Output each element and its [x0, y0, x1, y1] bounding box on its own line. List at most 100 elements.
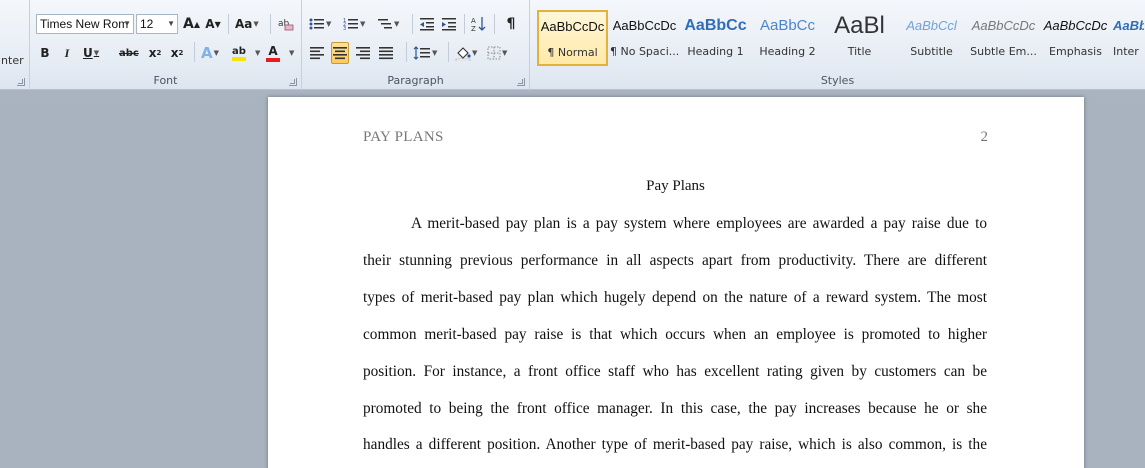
align-left-button[interactable] [308, 42, 326, 64]
style-name: Inter [1113, 45, 1139, 58]
body-line[interactable]: A merit-based pay plan is a pay system w… [363, 215, 987, 233]
styles-group-label: Styles [820, 74, 855, 87]
style-sample: AaBbCcl [906, 18, 957, 33]
chevron-down-icon[interactable]: ▼ [255, 49, 260, 57]
style-normal[interactable]: AaBbCcDc ¶ Normal [537, 10, 608, 66]
text-effects-button[interactable]: A ▼ [200, 42, 220, 64]
superscript-button[interactable]: x2 [168, 42, 186, 64]
style-title[interactable]: AaBl Title [824, 10, 895, 66]
separator [270, 14, 271, 34]
grow-font-button[interactable]: A ▲ [182, 13, 201, 35]
sort-icon: AZ [471, 17, 486, 32]
subscript-icon: x [148, 46, 157, 60]
justify-icon [379, 47, 393, 60]
bullets-button[interactable]: ▼ [308, 13, 332, 35]
borders-icon [487, 46, 501, 60]
document-title[interactable]: Pay Plans [363, 178, 988, 195]
shading-button[interactable]: ▼ [454, 42, 478, 64]
style-sample: AaBbCcDc [1043, 18, 1108, 33]
style-sample: AaBbCcDc [540, 19, 605, 34]
clipboard-dialog-launcher-icon[interactable] [17, 78, 25, 86]
multilevel-list-button[interactable]: ▼ [376, 13, 400, 35]
decrease-indent-icon [420, 18, 434, 31]
format-painter-label[interactable]: inter [0, 54, 24, 67]
style-subtitle[interactable]: AaBbCcl Subtitle [896, 10, 967, 66]
align-left-icon [310, 47, 324, 60]
body-line[interactable]: handles a different position. Another ty… [363, 436, 987, 454]
clear-formatting-button[interactable]: ab [276, 13, 296, 35]
body-line[interactable]: their stunning previous performance in a… [363, 252, 987, 270]
align-center-icon [333, 47, 347, 60]
strikethrough-icon: abc [119, 47, 139, 59]
highlighter-icon: ab [232, 45, 246, 57]
clipboard-group: inter [0, 0, 30, 90]
decrease-indent-button[interactable] [418, 13, 436, 35]
ribbon: inter Times New Rom ▼ 12 ▼ A ▲ A ▼ Aa ▼ ab … [0, 0, 1145, 90]
svg-text:A: A [471, 17, 476, 25]
body-line[interactable]: position. For instance, a front office s… [363, 363, 987, 381]
bold-button[interactable]: B [36, 42, 54, 64]
separator [494, 14, 495, 34]
underline-icon: U [83, 46, 93, 60]
style-heading-2[interactable]: AaBbCc Heading 2 [752, 10, 823, 66]
bullets-icon [309, 18, 324, 30]
chevron-down-icon[interactable]: ▼ [289, 49, 294, 57]
document-page[interactable]: PAY PLANS 2 Pay Plans A merit-based pay … [268, 97, 1084, 468]
style-name: Heading 2 [759, 45, 816, 58]
numbering-button[interactable]: 1 2 3 ▼ [342, 13, 366, 35]
show-formatting-marks-button[interactable]: ¶ [502, 13, 520, 35]
body-line[interactable]: types of merit-based pay plan which huge… [363, 289, 987, 307]
line-spacing-icon [413, 46, 430, 60]
body-line[interactable]: common merit-based pay raise is that whi… [363, 326, 987, 344]
borders-button[interactable]: ▼ [486, 42, 508, 64]
style-name: ¶ Normal [547, 46, 598, 59]
paragraph-dialog-launcher-icon[interactable] [517, 78, 525, 86]
style-heading-1[interactable]: AaBbCc Heading 1 [680, 10, 751, 66]
style-name: Subtle Em... [970, 45, 1037, 58]
strikethrough-button[interactable]: abc [118, 42, 140, 64]
highlight-button[interactable]: ab [230, 42, 248, 64]
style-sample: AaBbCc [759, 17, 816, 34]
styles-group: AaBbCcDc ¶ Normal AaBbCcDc ¶ No Spaci...… [530, 0, 1145, 90]
superscript-icon: x [170, 46, 179, 60]
chevron-down-icon[interactable]: ▼ [123, 15, 131, 33]
body-line[interactable]: promoted to being the front office manag… [363, 400, 987, 418]
font-dialog-launcher-icon[interactable] [289, 78, 297, 86]
italic-button[interactable]: I [58, 42, 76, 64]
align-right-button[interactable] [354, 42, 372, 64]
style-name: ¶ No Spaci... [610, 45, 679, 58]
style-subtle-emphasis[interactable]: AaBbCcDc Subtle Em... [968, 10, 1039, 66]
change-case-button[interactable]: Aa ▼ [234, 13, 260, 35]
underline-button[interactable]: U ▼ [82, 42, 100, 64]
grow-font-icon: A [183, 16, 194, 32]
font-group-label: Font [153, 74, 178, 87]
font-color-button[interactable]: A [264, 42, 282, 64]
style-name: Heading 1 [687, 45, 744, 58]
line-spacing-button[interactable]: ▼ [412, 42, 438, 64]
style-emphasis[interactable]: AaBbCcDc Emphasis [1040, 10, 1111, 66]
multilevel-list-icon [378, 19, 392, 29]
subscript-button[interactable]: x2 [146, 42, 164, 64]
paragraph-group-label: Paragraph [387, 74, 444, 87]
running-header[interactable]: PAY PLANS [363, 129, 444, 146]
italic-icon: I [64, 45, 70, 60]
change-case-icon: Aa [235, 17, 253, 31]
style-name: Title [847, 45, 872, 58]
font-name-combo[interactable]: Times New Rom ▼ [36, 14, 134, 34]
shrink-font-button[interactable]: A ▼ [204, 13, 222, 35]
font-size-combo[interactable]: 12 ▼ [136, 14, 178, 34]
increase-indent-button[interactable] [440, 13, 458, 35]
style-no-spacing[interactable]: AaBbCcDc ¶ No Spaci... [609, 10, 680, 66]
font-group: Times New Rom ▼ 12 ▼ A ▲ A ▼ Aa ▼ ab B I U ▼… [30, 0, 302, 90]
font-color-icon: A [268, 43, 278, 58]
page-number[interactable]: 2 [981, 129, 989, 146]
style-sample: AaBbCcDc [1113, 18, 1144, 33]
style-intense-emphasis[interactable]: AaBbCcDc Inter [1112, 10, 1145, 66]
clear-formatting-icon: ab [278, 19, 294, 31]
chevron-down-icon[interactable]: ▼ [167, 15, 175, 33]
justify-button[interactable] [377, 42, 395, 64]
sort-button[interactable]: AZ [470, 13, 488, 35]
align-center-button[interactable] [331, 42, 349, 64]
separator [448, 42, 449, 62]
svg-text:Z: Z [471, 25, 476, 32]
